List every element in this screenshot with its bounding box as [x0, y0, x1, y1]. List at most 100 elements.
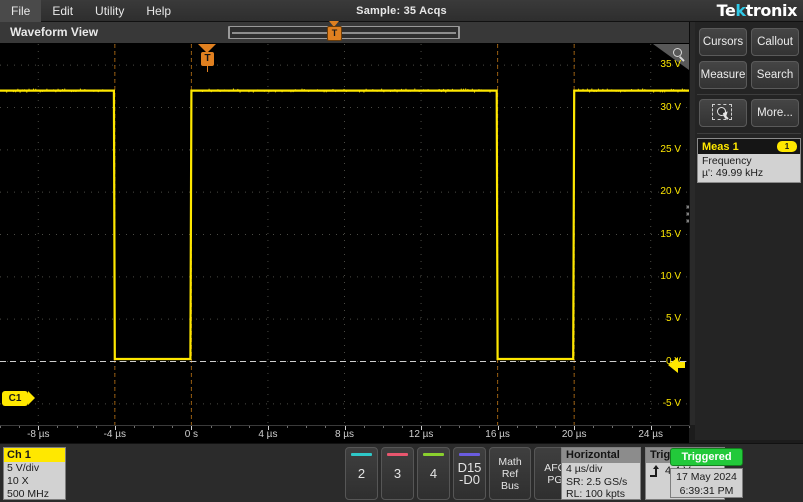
x-axis-minor-tick — [172, 426, 174, 428]
measurement-source-badge: 1 — [777, 141, 797, 152]
x-axis-tick-mark — [650, 426, 652, 430]
x-axis-minor-tick — [459, 426, 461, 428]
channel-3-button[interactable]: 3 — [381, 447, 414, 500]
page-title: Waveform View — [10, 25, 99, 39]
x-axis-tick-mark — [38, 426, 40, 430]
x-axis-minor-tick — [631, 426, 633, 428]
y-axis-tick-label: 5 V — [665, 313, 681, 325]
x-axis-tick-label: 0 s — [184, 429, 199, 440]
graticule-svg — [0, 44, 689, 425]
horizontal-sample-rate: SR: 2.5 GS/s — [566, 475, 628, 488]
x-axis-tick-label: 24 µs — [638, 429, 664, 440]
x-axis-tick-mark — [421, 426, 423, 430]
digital-channels-label: D15 -D0 — [457, 459, 482, 487]
trigger-marker-label: T — [201, 52, 214, 66]
x-axis-minor-tick — [555, 426, 556, 428]
x-axis-minor-tick — [134, 426, 135, 428]
time-axis: -8 µs -4 µs 0 s 4 µs 8 µs 12 µs 16 µs 20 µs 24 µ… — [0, 425, 690, 443]
channel-2-label: 2 — [357, 465, 366, 481]
x-axis-minor-tick — [440, 426, 442, 428]
y-axis-tick-label: 30 V — [660, 101, 681, 113]
measurement-header: Meas 1 1 — [698, 139, 800, 154]
waveform-graticule[interactable]: T C1 35 V 30 V 25 V 20 V 15 V 10 V 5 V 0 V -5 V — [0, 44, 689, 425]
logo-post: tronix — [745, 1, 798, 20]
channel-4-button[interactable]: 4 — [417, 447, 450, 500]
channel-2-button[interactable]: 2 — [345, 447, 378, 500]
channel-3-color-bar — [387, 453, 408, 456]
horizontal-record-length: RL: 100 kpts — [566, 488, 625, 500]
tektronix-logo: Tektronix — [716, 1, 798, 20]
x-axis-minor-tick — [612, 426, 614, 428]
x-axis-minor-tick — [248, 426, 250, 428]
horizontal-title: Horizontal — [562, 448, 640, 463]
menu-bar: File Edit Utility Help Sample: 35 Acqs T… — [0, 0, 803, 22]
waveform-view-header: Waveform View T — [0, 21, 689, 44]
math-ref-bus-label: Math Ref Bus — [498, 455, 522, 492]
horizontal-scale: 4 µs/div — [566, 463, 603, 475]
y-axis-tick-label: 0 V — [665, 355, 681, 367]
logo-pre: Te — [716, 1, 736, 20]
status-badge: Triggered — [670, 448, 743, 466]
channel-4-label: 4 — [429, 465, 438, 481]
channel-1-badge[interactable]: Ch 1 5 V/div 10 X 500 MHz — [3, 447, 66, 500]
channel-1-ground-marker[interactable]: C1 — [2, 391, 35, 406]
x-axis-minor-tick — [76, 426, 78, 428]
measurement-title: Meas 1 — [702, 140, 739, 153]
zoom-select-icon — [712, 104, 734, 122]
x-axis-tick-label: -4 µs — [103, 429, 127, 440]
y-axis-tick-label: 15 V — [660, 228, 681, 240]
channel-1-probe: 10 X — [7, 475, 29, 487]
x-axis-tick-label: 4 µs — [258, 429, 278, 440]
x-axis-minor-tick — [478, 426, 480, 428]
x-axis-minor-tick — [669, 426, 671, 428]
control-sidebar: Cursors Callout Measure Search More... M… — [695, 22, 803, 440]
x-axis-minor-tick — [382, 426, 384, 428]
x-axis-minor-tick — [95, 426, 97, 428]
channel-1-bandwidth: 500 MHz — [7, 488, 50, 500]
horizontal-panel[interactable]: Horizontal 4 µs/div SR: 2.5 GS/s RL: 100… — [561, 447, 641, 500]
timestamp-date: 17 May 2024 — [676, 471, 737, 483]
record-length-scrollbar[interactable]: T — [228, 21, 460, 41]
x-axis-minor-tick — [210, 426, 212, 428]
magnifier-icon — [673, 48, 682, 57]
math-ref-bus-button[interactable]: Math Ref Bus — [489, 447, 531, 500]
timestamp: 17 May 2024 6:39:31 PM — [670, 468, 743, 498]
measure-button[interactable]: Measure — [699, 61, 747, 89]
digital-channels-button[interactable]: D15 -D0 — [453, 447, 486, 500]
sidebar-divider-2 — [697, 133, 801, 134]
x-axis-tick-mark — [114, 426, 116, 430]
x-axis-minor-tick — [229, 426, 231, 428]
y-axis-tick-label: -5 V — [662, 397, 681, 409]
x-axis-tick-mark — [574, 426, 576, 430]
search-button[interactable]: Search — [751, 61, 799, 89]
x-axis-minor-tick — [325, 426, 327, 428]
more-button[interactable]: More... — [751, 99, 799, 127]
measurement-value: µ': 49.99 kHz — [702, 167, 764, 179]
x-axis-tick-label: 8 µs — [334, 429, 355, 440]
scrollbar-track — [232, 32, 456, 34]
x-axis-minor-tick — [306, 426, 308, 428]
cursors-button[interactable]: Cursors — [699, 28, 747, 56]
channel-1-name: Ch 1 — [4, 448, 65, 462]
oscilloscope-screen: File Edit Utility Help Sample: 35 Acqs T… — [0, 0, 803, 502]
x-axis-tick-label: -8 µs — [27, 429, 50, 440]
bottom-settings-bar: Ch 1 5 V/div 10 X 500 MHz 2 3 4 D15 -D0 … — [0, 443, 803, 502]
x-axis-minor-tick — [19, 426, 21, 428]
x-axis-tick-mark — [344, 426, 346, 430]
x-axis-minor-tick — [516, 426, 518, 428]
x-axis-minor-tick — [689, 426, 690, 428]
record-trigger-marker[interactable]: T — [327, 26, 342, 41]
y-axis-tick-label: 10 V — [660, 270, 681, 282]
x-axis-tick-label: 12 µs — [408, 429, 434, 440]
zoom-select-button[interactable] — [699, 99, 747, 127]
y-axis-tick-label: 35 V — [660, 59, 681, 71]
acquisition-status: Sample: 35 Acqs — [356, 4, 447, 17]
x-axis-minor-tick — [57, 426, 59, 428]
measurement-badge[interactable]: Meas 1 1 Frequency µ': 49.99 kHz — [697, 138, 801, 183]
x-axis-minor-tick — [287, 426, 289, 428]
rising-edge-icon — [650, 464, 662, 477]
x-axis-minor-tick — [153, 426, 155, 428]
x-axis-tick-label: 16 µs — [485, 429, 510, 440]
callout-button[interactable]: Callout — [751, 28, 799, 56]
x-axis-minor-tick — [593, 426, 595, 428]
